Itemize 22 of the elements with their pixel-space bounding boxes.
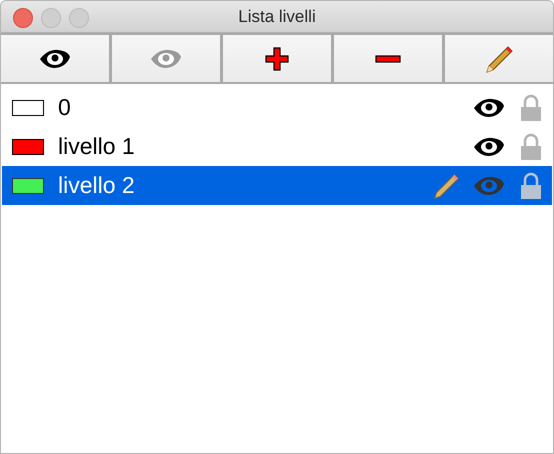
eye-icon (149, 48, 183, 70)
remove-button[interactable] (334, 35, 442, 82)
layer-name: livello 2 (58, 172, 135, 199)
lock-icon[interactable] (520, 172, 542, 200)
eye-icon[interactable] (472, 96, 506, 118)
close-button[interactable] (13, 8, 33, 28)
layer-row[interactable]: livello 2 (2, 166, 552, 205)
edit-button[interactable] (445, 35, 553, 82)
minus-icon (375, 54, 401, 62)
add-button[interactable] (223, 35, 331, 82)
eye-icon[interactable] (472, 136, 506, 158)
eye-icon (38, 48, 72, 70)
lock-icon[interactable] (520, 132, 542, 160)
pencil-icon (484, 44, 514, 74)
window-title: Lista livelli (238, 6, 316, 26)
layer-name: livello 1 (58, 133, 135, 160)
lock-icon[interactable] (520, 94, 542, 122)
plus-icon (264, 46, 290, 72)
layer-name: 0 (58, 94, 71, 121)
layer-row[interactable]: 0 (2, 88, 552, 127)
layer-row[interactable]: livello 1 (2, 127, 552, 166)
show-all-button[interactable] (1, 35, 109, 82)
